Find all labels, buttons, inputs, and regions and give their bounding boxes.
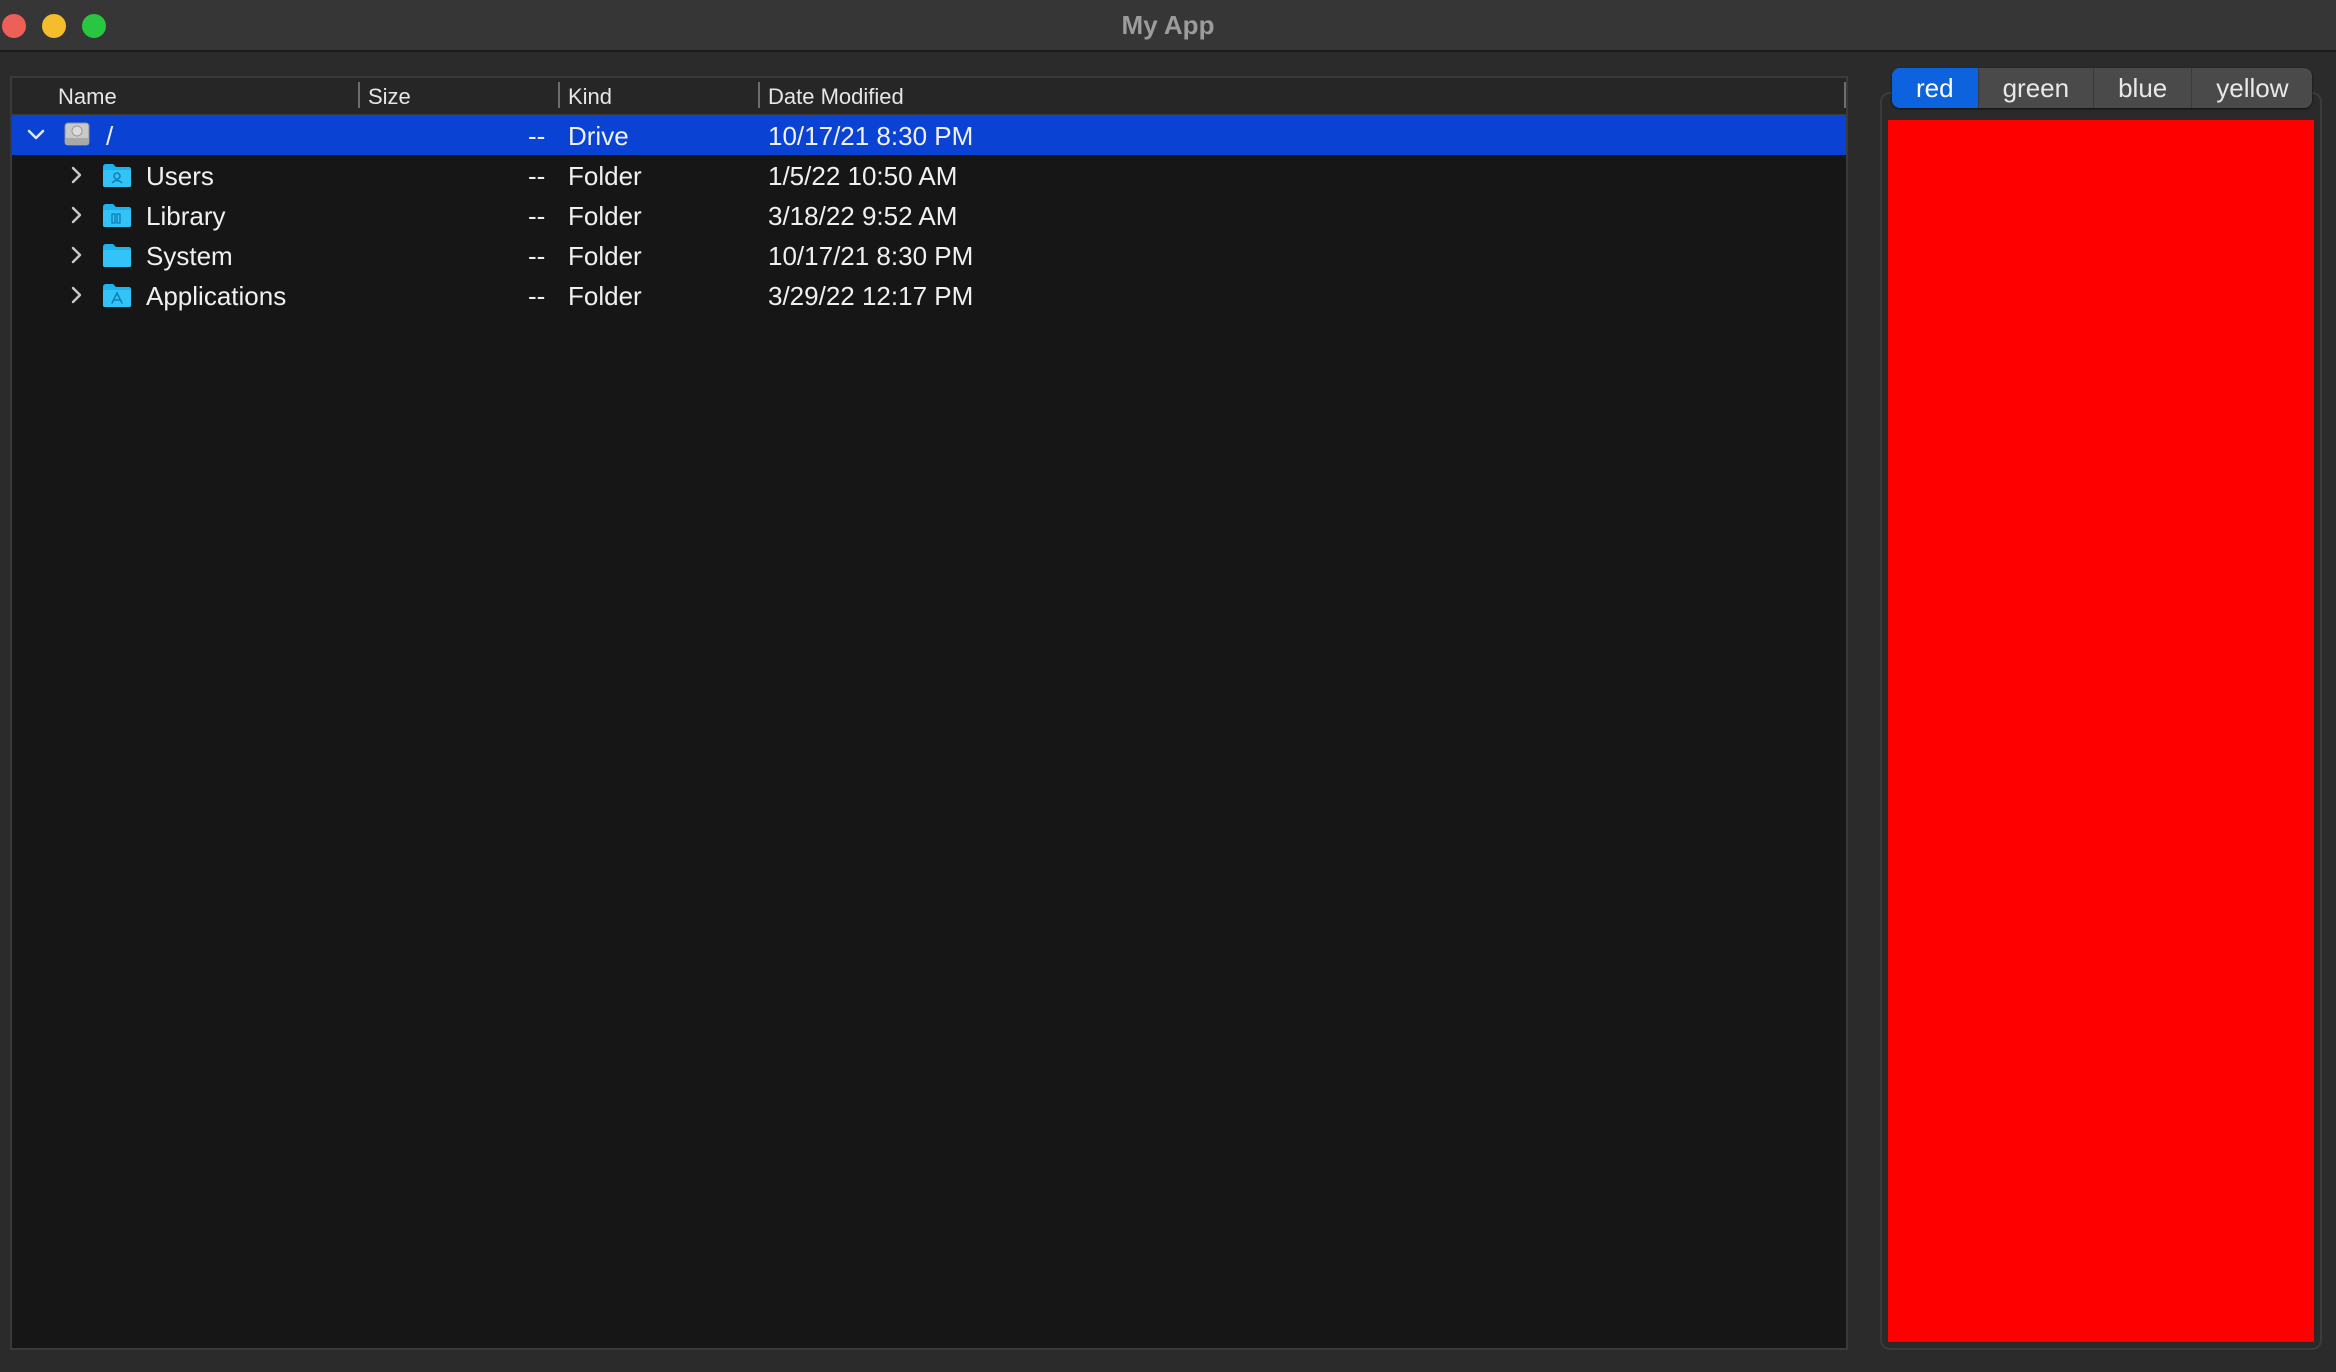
tab-red[interactable]: red [1892,68,1979,108]
table-row[interactable]: Users -- Folder 1/5/22 10:50 AM [12,155,1846,195]
tab-content-color-area [1888,120,2314,1342]
chevron-down-icon[interactable] [24,121,48,149]
row-kind: Folder [568,241,642,271]
title-bar: My App [0,0,2336,52]
drive-icon [62,121,92,149]
column-resize-handle[interactable] [358,82,360,108]
row-size: -- [528,201,546,231]
row-date-modified: 3/29/22 12:17 PM [768,281,974,311]
file-tree-outline[interactable]: Name Size Kind Date Modified / -- Drive [10,76,1848,1350]
window-title: My App [1121,10,1215,40]
column-header-date-modified[interactable]: Date Modified [768,84,904,110]
row-name: / [106,121,114,151]
applications-folder-icon [102,281,132,309]
chevron-right-icon[interactable] [64,161,88,189]
chevron-right-icon[interactable] [64,201,88,229]
color-tab-view: red green blue yellow [1880,68,2322,1350]
row-date-modified: 1/5/22 10:50 AM [768,161,958,191]
tab-green[interactable]: green [1979,68,2095,108]
tab-yellow[interactable]: yellow [2192,68,2312,108]
table-row[interactable]: Applications -- Folder 3/29/22 12:17 PM [12,275,1846,315]
row-date-modified: 10/17/21 8:30 PM [768,241,974,271]
chevron-right-icon[interactable] [64,241,88,269]
row-name: Users [146,161,214,191]
table-row[interactable]: Library -- Folder 3/18/22 9:52 AM [12,195,1846,235]
users-folder-icon [102,161,132,189]
row-size: -- [528,281,546,311]
row-date-modified: 10/17/21 8:30 PM [768,121,974,151]
row-name: Applications [146,281,287,311]
table-row[interactable]: / -- Drive 10/17/21 8:30 PM [12,115,1846,155]
row-kind: Drive [568,121,629,151]
row-kind: Folder [568,161,642,191]
row-name: System [146,241,233,271]
row-size: -- [528,121,546,151]
table-row[interactable]: System -- Folder 10/17/21 8:30 PM [12,235,1846,275]
tab-bar: red green blue yellow [1892,68,2313,108]
column-header-size[interactable]: Size [368,84,411,110]
row-size: -- [528,161,546,191]
column-resize-handle[interactable] [558,82,560,108]
column-resize-handle[interactable] [1844,82,1846,108]
row-size: -- [528,241,546,271]
chevron-right-icon[interactable] [64,281,88,309]
tab-blue[interactable]: blue [2094,68,2193,108]
column-resize-handle[interactable] [758,82,760,108]
system-folder-icon [102,241,132,269]
table-header: Name Size Kind Date Modified [12,78,1846,115]
tree-body: / -- Drive 10/17/21 8:30 PM Users -- Fol… [12,115,1846,315]
library-folder-icon [102,201,132,229]
row-name: Library [146,201,226,231]
column-header-name[interactable]: Name [58,84,117,110]
column-header-kind[interactable]: Kind [568,84,612,110]
row-date-modified: 3/18/22 9:52 AM [768,201,958,231]
row-kind: Folder [568,281,642,311]
row-kind: Folder [568,201,642,231]
